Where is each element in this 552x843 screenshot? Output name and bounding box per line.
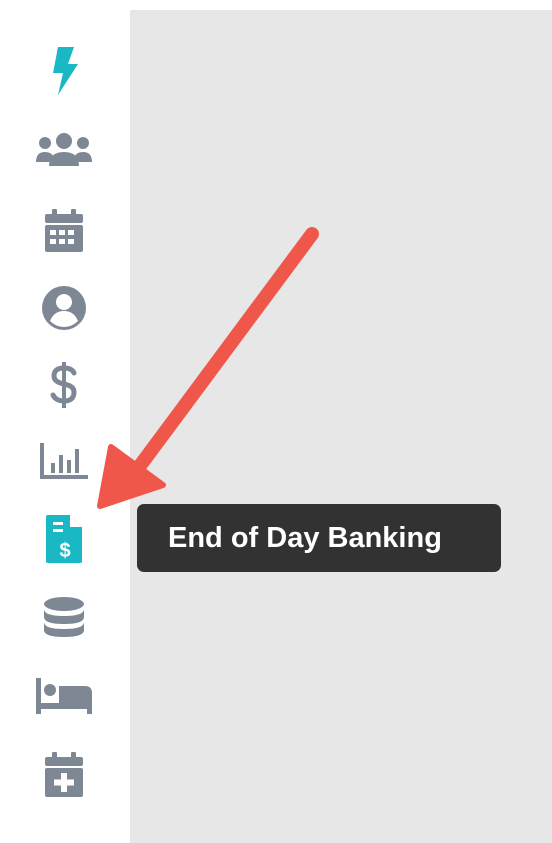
nav-item-finance[interactable] (32, 355, 96, 415)
bar-chart-icon (38, 441, 90, 481)
nav-item-calendar[interactable] (32, 201, 96, 261)
lightning-icon (44, 45, 84, 97)
main-content-area (130, 10, 552, 843)
nav-item-rooms[interactable] (32, 666, 96, 726)
nav-item-end-of-day-banking[interactable]: $ (32, 509, 96, 569)
bed-icon (34, 676, 94, 716)
nav-item-reports[interactable] (32, 431, 96, 491)
dollar-icon (49, 360, 79, 410)
sidebar: $ (0, 0, 130, 843)
nav-item-users-group[interactable] (32, 122, 96, 182)
user-circle-icon (41, 285, 87, 331)
nav-item-lightning[interactable] (32, 41, 96, 101)
banking-document-icon: $ (44, 513, 84, 565)
nav-item-add-appointment[interactable] (32, 745, 96, 805)
nav-item-profile[interactable] (32, 278, 96, 338)
calendar-icon (43, 208, 85, 254)
database-icon (42, 595, 86, 643)
tooltip-text: End of Day Banking (168, 521, 442, 554)
nav-item-database[interactable] (32, 589, 96, 649)
calendar-plus-icon (43, 751, 85, 799)
svg-text:$: $ (59, 540, 70, 562)
users-group-icon (34, 132, 94, 172)
tooltip: End of Day Banking (137, 504, 501, 572)
